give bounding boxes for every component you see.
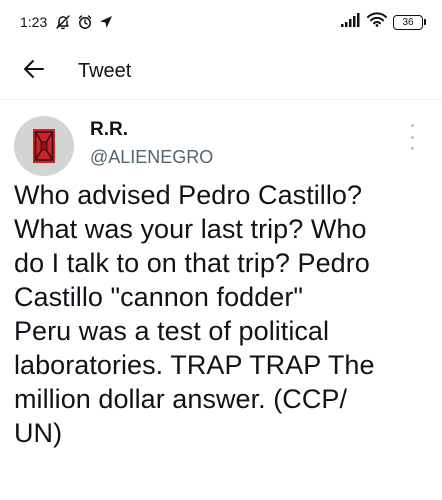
arrow-left-icon — [23, 59, 45, 84]
avatar-image — [33, 129, 55, 163]
battery-tip — [424, 19, 426, 25]
more-vertical-icon-dot — [410, 147, 414, 150]
tweet-text-line: Castillo "cannon fodder" — [14, 282, 304, 312]
tweet-header: Tweet — [0, 44, 442, 100]
bell-off-icon — [55, 14, 71, 30]
battery-indicator: 36 — [393, 14, 426, 30]
wifi-icon — [367, 12, 387, 32]
tweet-text-line: What was your last trip? Who — [14, 214, 367, 244]
status-time: 1:23 — [20, 14, 48, 30]
tweet-text-line: million dollar answer. (CCP/ — [14, 384, 348, 414]
tweet-text-line: do I talk to on that trip? Pedro — [14, 248, 370, 278]
tweet-text-line: laboratories. TRAP TRAP The — [14, 350, 375, 380]
page-title: Tweet — [78, 60, 132, 82]
more-vertical-icon-dot — [410, 124, 414, 127]
user-handle[interactable]: @ALIENEGRO — [90, 144, 213, 170]
more-button[interactable] — [406, 124, 418, 150]
tweet-text-line: UN) — [14, 418, 63, 448]
status-bar-right: 36 — [341, 12, 426, 32]
tweet-text-line: Peru was a test of political — [14, 316, 330, 346]
avatar[interactable] — [14, 116, 74, 176]
navigation-arrow-icon — [99, 15, 113, 29]
status-bar: 1:23 36 — [0, 0, 442, 44]
status-bar-left: 1:23 — [20, 14, 113, 30]
signal-bars-icon — [341, 12, 361, 32]
tweet-text-line: Who advised Pedro Castillo? — [14, 180, 363, 210]
alarm-icon — [77, 14, 93, 30]
tweet-author-row: R.R. @ALIENEGRO — [14, 116, 428, 176]
back-button[interactable] — [20, 58, 48, 86]
battery-level: 36 — [393, 14, 423, 30]
tweet-text: Who advised Pedro Castillo? What was you… — [14, 178, 428, 450]
tweet: R.R. @ALIENEGRO Who advised Pedro Castil… — [0, 100, 442, 450]
display-name[interactable]: R.R. — [90, 118, 213, 142]
more-vertical-icon-dot — [410, 135, 414, 139]
user-info: R.R. @ALIENEGRO — [90, 118, 213, 170]
